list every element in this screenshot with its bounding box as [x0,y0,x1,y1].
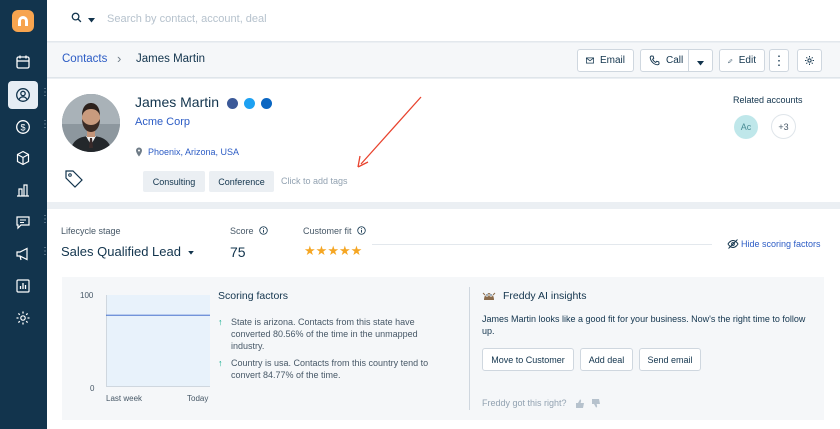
search-icon[interactable] [71,12,82,26]
scoring-factor-text: State is arizona. Contacts from this sta… [231,317,418,351]
lifecycle-stage-value: Sales Qualified Lead [61,244,181,259]
freddy-icon [482,292,496,300]
svg-text:$: $ [20,123,25,133]
email-button[interactable]: Email [577,49,634,72]
email-button-label: Email [599,55,625,66]
add-deal-button[interactable]: Add deal [580,348,633,371]
contacts-icon[interactable] [8,81,38,109]
tag-chip[interactable]: Conference [209,171,274,192]
lifecycle-stage-label: Lifecycle stage [61,226,121,236]
app-logo-icon[interactable] [12,10,34,32]
send-email-button[interactable]: Send email [639,348,701,371]
company-link[interactable]: Acme Corp [135,116,190,128]
thumbs-down-icon[interactable] [591,398,601,408]
phone-icon [649,55,660,66]
ai-insights-title: Freddy AI insights [503,290,587,302]
scoring-section: Lifecycle stage Sales Qualified Lead Sco… [47,209,840,429]
scoring-factor-text: Country is usa. Contacts from this count… [231,358,429,380]
search-scope-dropdown-icon[interactable] [88,12,95,26]
contact-profile-card: James Martin Acme Corp Phoenix, Arizona,… [47,79,840,202]
email-icon [586,57,594,64]
linkedin-icon[interactable] [260,97,272,109]
scoring-factors-panel: 100 0 Last week Today Scoring factors ↑ … [62,277,824,420]
location-text: Phoenix, Arizona, USA [148,147,240,157]
add-tags-input[interactable]: Click to add tags [281,176,348,186]
related-account-avatar[interactable]: Ac [734,115,758,139]
annotation-arrow-icon [355,95,427,173]
calendar-icon[interactable] [8,48,38,76]
star-icon: ★ [350,243,363,258]
arrow-up-icon: ↑ [218,317,223,327]
x-tick-label: Last week [106,394,143,403]
search-bar [71,12,407,26]
info-icon[interactable] [259,226,268,235]
contact-name: James Martin [135,94,220,110]
customer-fit-stars: ★★★★★ [304,243,362,259]
contact-name-row: James Martin [135,94,272,110]
score-value: 75 [230,244,246,260]
ai-feedback-text: Freddy got this right? [482,398,567,408]
hide-scoring-factors-link[interactable]: Hide scoring factors [727,239,821,249]
chart-area-fill [106,295,210,387]
edit-button-label: Edit [738,55,756,66]
scoring-factor-item: ↑ Country is usa. Contacts from this cou… [218,357,453,381]
call-dropdown-icon[interactable] [697,58,710,69]
related-accounts-more[interactable]: +3 [771,114,796,139]
reports-icon[interactable] [8,272,38,300]
search-input[interactable] [107,13,407,25]
settings-icon[interactable] [8,304,38,332]
related-accounts-label: Related accounts [733,95,803,105]
breadcrumb-current: James Martin [136,53,206,65]
location[interactable]: Phoenix, Arizona, USA [135,147,239,157]
products-icon[interactable] [8,144,38,172]
twitter-icon[interactable] [243,97,255,109]
score-label: Score [230,226,268,236]
star-icon: ★ [315,243,328,258]
location-pin-icon [136,147,142,157]
edit-button[interactable]: Edit [719,49,765,72]
info-icon[interactable] [357,226,366,235]
star-icon: ★ [304,243,316,258]
top-bar [47,0,840,42]
y-tick-label: 0 [90,384,95,393]
thumbs-up-icon[interactable] [575,399,585,408]
deals-icon[interactable]: $ [8,113,38,141]
call-button-label: Call [666,55,684,66]
ai-insights-header: Freddy AI insights [482,290,586,302]
x-tick-label: Today [187,394,209,403]
call-button[interactable]: Call [640,49,713,72]
move-to-customer-button[interactable]: Move to Customer [482,348,574,371]
more-actions-icon[interactable]: ⋮ [769,49,789,72]
page-settings-icon[interactable] [797,49,822,72]
divider [372,244,712,245]
tag-icon[interactable] [64,169,84,192]
pencil-icon [728,58,733,63]
customer-fit-label: Customer fit [303,226,366,236]
lifecycle-stage-dropdown[interactable]: Sales Qualified Lead [61,244,194,259]
breadcrumb-separator: › [117,51,122,66]
ai-insight-text: James Martin looks like a good fit for y… [482,314,806,336]
y-tick-label: 100 [80,291,94,300]
facebook-icon[interactable] [226,97,238,109]
scoring-factor-item: ↑ State is arizona. Contacts from this s… [218,316,453,352]
avatar [62,94,120,152]
conversations-icon[interactable] [8,208,38,236]
tag-chip[interactable]: Consulting [143,171,205,192]
scoring-factors-title: Scoring factors [218,290,289,302]
sidebar: ⋮ $ ⋮ ⋮ ⋮ [0,0,50,429]
score-trend-chart [106,295,210,387]
eye-off-icon [727,239,739,249]
accounts-icon[interactable] [8,176,38,204]
hide-scoring-factors-text: Hide scoring factors [741,239,821,249]
chevron-down-icon [187,250,194,255]
star-icon: ★ [327,243,339,258]
ai-feedback: Freddy got this right? [482,398,601,408]
panel-divider [469,287,470,410]
star-icon: ★ [338,243,351,258]
breadcrumb-contacts-link[interactable]: Contacts [62,53,107,65]
arrow-up-icon: ↑ [218,358,223,368]
page-header: Contacts › James Martin Email Call Edit … [47,43,840,78]
campaigns-icon[interactable] [8,240,38,268]
